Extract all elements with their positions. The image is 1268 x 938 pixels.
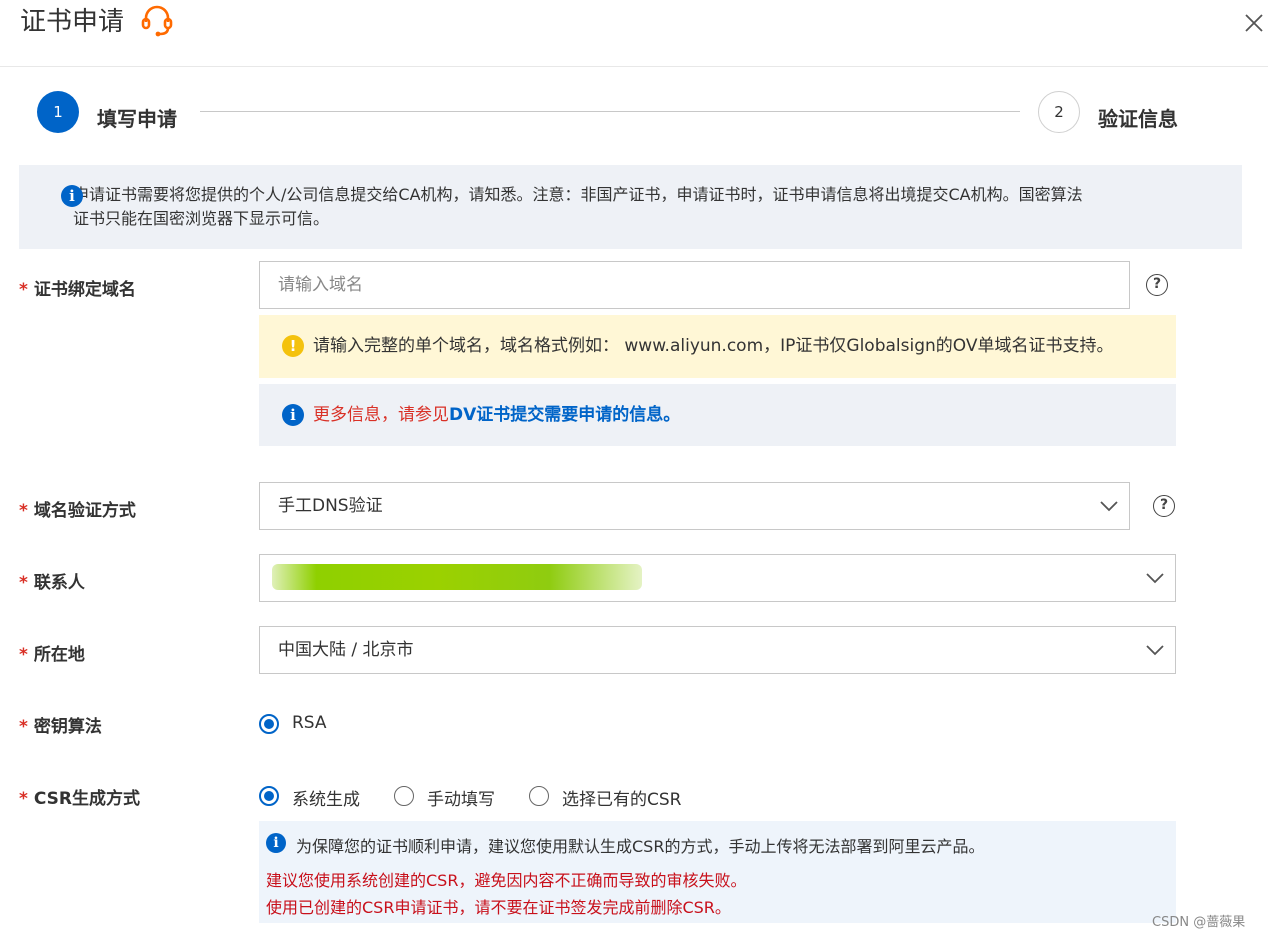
headset-icon[interactable] <box>140 5 174 37</box>
contact-label-text: 联系人 <box>33 573 85 593</box>
dv-info-link[interactable]: DV证书提交需要申请的信息。 <box>449 405 680 425</box>
location-label: * 所在地 <box>19 640 85 665</box>
info-icon: i <box>61 185 83 207</box>
chevron-down-icon <box>1100 501 1118 512</box>
step-1-label: 填写申请 <box>97 107 177 131</box>
chevron-down-icon <box>1146 645 1164 656</box>
required-mark: * <box>19 573 28 593</box>
radio-csr-system[interactable] <box>259 786 279 806</box>
help-circle-icon[interactable]: ? <box>1146 274 1168 296</box>
verify-method-value: 手工DNS验证 <box>278 496 383 516</box>
radio-csr-manual[interactable] <box>394 786 414 806</box>
help-circle-icon[interactable]: ? <box>1153 495 1175 517</box>
radio-csr-system-label[interactable]: 系统生成 <box>292 785 360 810</box>
csr-tip-box: i 为保障您的证书顺利申请，建议您使用默认生成CSR的方式，手动上传将无法部署到… <box>259 821 1176 923</box>
more-info-box: i 更多信息，请参见DV证书提交需要申请的信息。 <box>259 384 1176 446</box>
domain-input-placeholder: 请输入域名 <box>278 275 363 295</box>
notice-box: i 申请证书需要将您提供的个人/公司信息提交给CA机构，请知悉。注意：非国产证书… <box>19 165 1242 249</box>
verify-method-label-text: 域名验证方式 <box>33 501 136 521</box>
location-label-text: 所在地 <box>33 645 85 665</box>
domain-input[interactable]: 请输入域名 <box>259 261 1130 309</box>
dialog-header: 证书申请 <box>0 0 1268 67</box>
location-select[interactable]: 中国大陆 / 北京市 <box>259 626 1176 674</box>
step-indicator: 1 填写申请 2 验证信息 <box>0 90 1268 140</box>
step-connector <box>200 111 1020 112</box>
step-2-label: 验证信息 <box>1098 107 1178 131</box>
radio-rsa[interactable] <box>259 714 279 734</box>
watermark: CSDN @蔷薇果 <box>1152 915 1246 930</box>
radio-csr-manual-label[interactable]: 手动填写 <box>427 785 495 810</box>
domain-warning-text: 请输入完整的单个域名，域名格式例如： www.aliyun.com，IP证书仅G… <box>313 336 1114 356</box>
domain-warning-box: ! 请输入完整的单个域名，域名格式例如： www.aliyun.com，IP证书… <box>259 315 1176 378</box>
domain-label: * 证书绑定域名 <box>19 275 136 300</box>
csr-label: * CSR生成方式 <box>19 784 140 809</box>
step-2-circle: 2 <box>1038 91 1080 133</box>
verify-method-label: * 域名验证方式 <box>19 496 136 521</box>
radio-rsa-label[interactable]: RSA <box>292 713 327 733</box>
key-algorithm-label-text: 密钥算法 <box>33 717 102 737</box>
chevron-down-icon <box>1146 573 1164 584</box>
required-mark: * <box>19 789 28 809</box>
more-info-prefix: 更多信息，请参见 <box>313 405 449 425</box>
dialog-title: 证书申请 <box>20 7 125 37</box>
csr-warning-2: 使用已创建的CSR申请证书，请不要在证书签发完成前删除CSR。 <box>266 898 731 917</box>
required-mark: * <box>19 501 28 521</box>
radio-csr-existing[interactable] <box>529 786 549 806</box>
notice-line-2: 证书只能在国密浏览器下显示可信。 <box>73 209 330 228</box>
radio-csr-existing-label[interactable]: 选择已有的CSR <box>562 785 681 810</box>
verify-method-select[interactable]: 手工DNS验证 <box>259 482 1130 530</box>
notice-line-1: 申请证书需要将您提供的个人/公司信息提交给CA机构，请知悉。注意：非国产证书，申… <box>73 185 1083 204</box>
csr-tip-text: 为保障您的证书顺利申请，建议您使用默认生成CSR的方式，手动上传将无法部署到阿里… <box>296 837 985 856</box>
location-value: 中国大陆 / 北京市 <box>278 640 414 660</box>
csr-warning-1: 建议您使用系统创建的CSR，避免因内容不正确而导致的审核失败。 <box>266 871 747 890</box>
info-icon: i <box>282 404 304 426</box>
key-algorithm-label: * 密钥算法 <box>19 712 102 737</box>
required-mark: * <box>19 645 28 665</box>
required-mark: * <box>19 717 28 737</box>
step-1-circle: 1 <box>37 91 79 133</box>
warning-icon: ! <box>282 335 304 357</box>
required-mark: * <box>19 280 28 300</box>
csr-label-text: CSR生成方式 <box>33 789 141 809</box>
redacted-contact-overlay <box>272 564 642 590</box>
info-icon: i <box>266 833 286 853</box>
contact-label: * 联系人 <box>19 568 85 593</box>
close-icon[interactable] <box>1243 12 1265 34</box>
domain-label-text: 证书绑定域名 <box>33 280 136 300</box>
